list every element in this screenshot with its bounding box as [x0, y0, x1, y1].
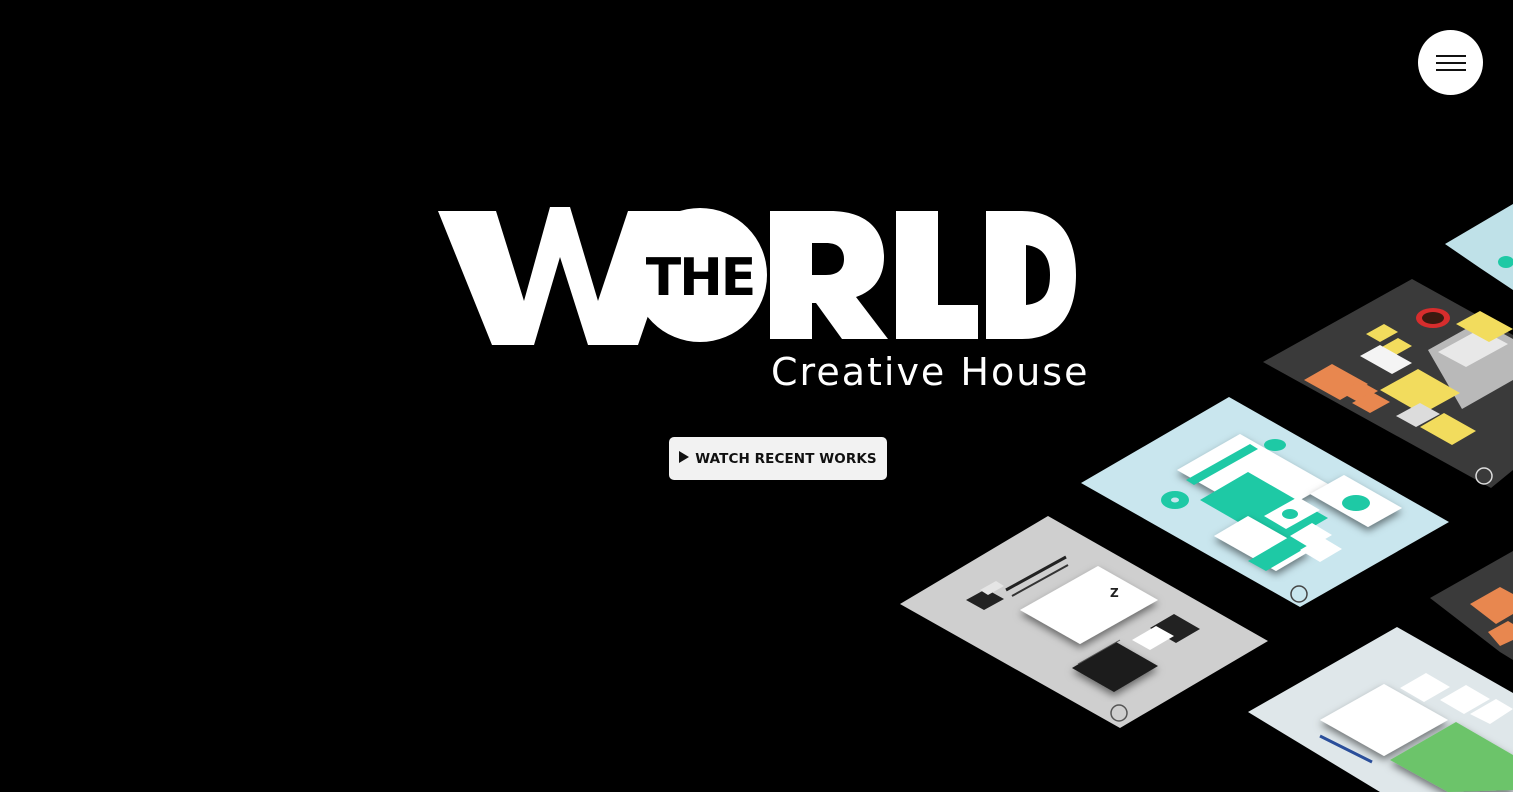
mockup-logo-mark: Z [1110, 586, 1119, 600]
watch-recent-works-label: WATCH RECENT WORKS [695, 450, 877, 467]
mockup-green-stationery [1248, 627, 1513, 792]
watch-recent-works-button[interactable]: WATCH RECENT WORKS [669, 437, 887, 480]
mockup-light-blue-top [1445, 204, 1513, 290]
mockup-teal-stationery [1081, 397, 1449, 607]
play-icon [679, 450, 690, 468]
brand-tagline: Creative House [771, 350, 1090, 394]
mockup-dark-stationery [1263, 279, 1513, 488]
showcase-graphic: Z [900, 204, 1513, 792]
hamburger-menu-icon [1435, 54, 1466, 71]
mockup-dark-orange [1430, 551, 1513, 660]
menu-button[interactable] [1418, 30, 1483, 95]
mockup-gray-stationery: Z [900, 516, 1268, 728]
portfolio-showcase: Z [0, 0, 1513, 792]
logo-text-the: THE [646, 248, 755, 308]
hero-section: Z THE Creative House WATCH RECENT WORKS [0, 0, 1513, 792]
logo-letter-l [896, 211, 978, 339]
logo-letter-r [770, 211, 888, 339]
